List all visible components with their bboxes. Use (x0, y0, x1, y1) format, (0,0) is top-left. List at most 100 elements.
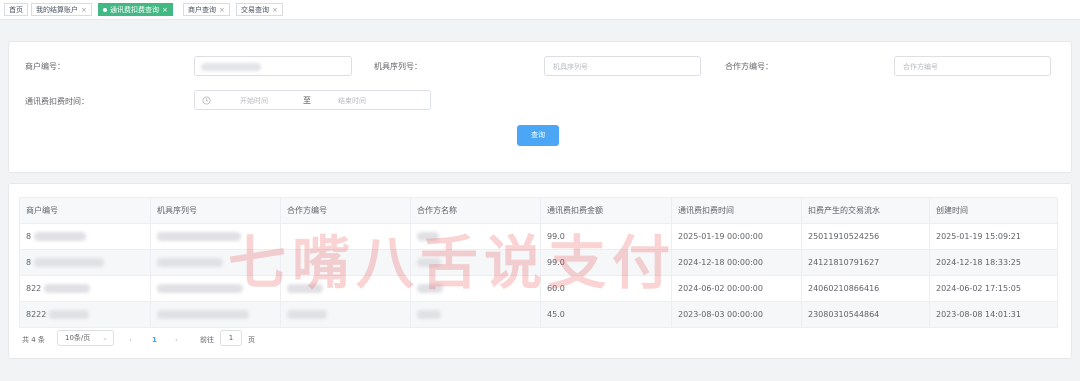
serial-no-cell (150, 301, 281, 328)
tab-home[interactable]: 首页 (4, 3, 28, 16)
close-icon[interactable]: × (162, 6, 168, 14)
trade-no-cell: 23080310544864 (801, 301, 930, 328)
merchant-no-input[interactable] (194, 56, 352, 76)
serial-no-cell (150, 223, 281, 250)
start-time-placeholder[interactable]: 开始时间 (240, 96, 268, 106)
created-time-cell: 2024-12-18 18:33:25 (929, 249, 1058, 276)
trade-no-cell: 24121810791627 (801, 249, 930, 276)
page-size-value: 10条/页 (65, 334, 91, 342)
redacted-value (33, 258, 104, 267)
redacted-value (43, 284, 90, 293)
column-header[interactable]: 商户编号 (19, 197, 151, 224)
serial-no-placeholder: 机具序列号 (553, 63, 588, 71)
merchant-no-cell: 8 (19, 249, 151, 276)
partner-no-placeholder: 合作方编号 (903, 63, 938, 71)
column-header[interactable]: 通讯费扣费金额 (540, 197, 672, 224)
tab-transaction-query[interactable]: 交易查询 × (236, 3, 283, 16)
merchant-no-cell: 822 (19, 275, 151, 302)
serial-no-cell (150, 275, 281, 302)
column-header[interactable]: 合作方编号 (280, 197, 411, 224)
redacted-value (201, 63, 261, 71)
current-page-number[interactable]: 1 (152, 333, 157, 347)
redacted-value (157, 258, 223, 267)
merchant-no-cell: 8222 (19, 301, 151, 328)
partner-name-cell (410, 249, 541, 276)
amount-cell: 45.0 (540, 301, 672, 328)
created-time-cell: 2025-01-19 15:09:21 (929, 223, 1058, 250)
column-header[interactable]: 通讯费扣费时间 (671, 197, 802, 224)
merchant-no-label: 商户编号： (25, 62, 65, 71)
goto-page-input[interactable]: 1 (220, 330, 242, 346)
tab-label: 首页 (9, 6, 23, 14)
table-header-row: 商户编号 机具序列号 合作方编号 合作方名称 通讯费扣费金额 通讯费扣费时间 扣… (19, 197, 1058, 224)
tab-label: 我的结算账户 (36, 6, 78, 14)
serial-no-input[interactable]: 机具序列号 (544, 56, 701, 76)
redacted-value (417, 310, 441, 319)
redacted-value (417, 232, 439, 241)
amount-cell: 99.0 (540, 249, 672, 276)
trade-no-cell: 24060210866416 (801, 275, 930, 302)
end-time-placeholder[interactable]: 结束时间 (338, 96, 366, 106)
partner-no-input[interactable]: 合作方编号 (894, 56, 1051, 76)
redacted-value (417, 284, 443, 293)
redacted-value (287, 310, 327, 319)
merchant-no-prefix: 8 (26, 232, 32, 241)
serial-no-cell (150, 249, 281, 276)
table-row[interactable]: 8 99.0 2025-01-19 00:00:00 2501191052425… (19, 223, 1058, 250)
deduct-time-range-picker[interactable]: 开始时间 至 结束时间 (194, 90, 431, 110)
created-time-cell: 2024-06-02 17:15:05 (929, 275, 1058, 302)
partner-no-cell (280, 301, 411, 328)
range-separator: 至 (303, 96, 311, 105)
pagination-total: 共 4 条 (22, 336, 45, 344)
column-header[interactable]: 机具序列号 (150, 197, 281, 224)
redacted-value (417, 258, 441, 267)
redacted-value (157, 310, 249, 319)
column-header[interactable]: 创建时间 (929, 197, 1058, 224)
partner-name-cell (410, 223, 541, 250)
active-dot-icon (103, 8, 107, 12)
redacted-value (157, 284, 243, 293)
partner-no-cell (280, 249, 411, 276)
tab-telecom-fee-query[interactable]: 通讯费扣费查询 × (98, 3, 173, 16)
column-header[interactable]: 合作方名称 (410, 197, 541, 224)
partner-no-cell (280, 223, 411, 250)
trade-no-cell: 25011910524256 (801, 223, 930, 250)
tab-merchant-query[interactable]: 商户查询 × (183, 3, 230, 16)
page-suffix-label: 页 (248, 336, 255, 344)
serial-no-label: 机具序列号： (374, 62, 422, 71)
redacted-value (48, 310, 89, 319)
redacted-value (287, 284, 323, 293)
deduct-time-cell: 2023-08-03 00:00:00 (671, 301, 802, 328)
table-row[interactable]: 8 99.0 2024-12-18 00:00:00 2412181079162… (19, 249, 1058, 276)
merchant-no-cell: 8 (19, 223, 151, 250)
tab-label: 交易查询 (241, 6, 269, 14)
redacted-value (33, 232, 86, 241)
query-button[interactable]: 查询 (517, 125, 559, 146)
close-icon[interactable]: × (81, 6, 87, 14)
merchant-no-prefix: 8 (26, 258, 32, 267)
partner-no-cell (280, 275, 411, 302)
table-row[interactable]: 8222 45.0 2023-08-03 00:00:00 2308031054… (19, 301, 1058, 328)
page-size-select[interactable]: 10条/页 ⌄ (57, 330, 114, 346)
redacted-value (157, 232, 241, 241)
column-header[interactable]: 扣费产生的交易流水 (801, 197, 930, 224)
tab-settlement-account[interactable]: 我的结算账户 × (31, 3, 92, 16)
partner-name-cell (410, 275, 541, 302)
table-row[interactable]: 822 60.0 2024-06-02 00:00:00 24060210866… (19, 275, 1058, 302)
results-table: 商户编号 机具序列号 合作方编号 合作方名称 通讯费扣费金额 通讯费扣费时间 扣… (19, 197, 1058, 328)
chevron-left-icon[interactable]: ‹ (129, 333, 132, 347)
merchant-no-prefix: 8222 (26, 310, 47, 319)
amount-cell: 99.0 (540, 223, 672, 250)
partner-no-label: 合作方编号： (725, 62, 773, 71)
created-time-cell: 2023-08-08 14:01:31 (929, 301, 1058, 328)
deduct-time-cell: 2025-01-19 00:00:00 (671, 223, 802, 250)
goto-label: 前往 (200, 336, 214, 344)
tab-bar: 首页 我的结算账户 × 通讯费扣费查询 × 商户查询 × 交易查询 × (0, 0, 1080, 20)
merchant-no-prefix: 822 (26, 284, 42, 293)
tab-label: 通讯费扣费查询 (110, 6, 159, 14)
close-icon[interactable]: × (272, 6, 278, 14)
close-icon[interactable]: × (219, 6, 225, 14)
deduct-time-cell: 2024-12-18 00:00:00 (671, 249, 802, 276)
chevron-right-icon[interactable]: › (175, 333, 178, 347)
clock-icon (202, 96, 211, 105)
